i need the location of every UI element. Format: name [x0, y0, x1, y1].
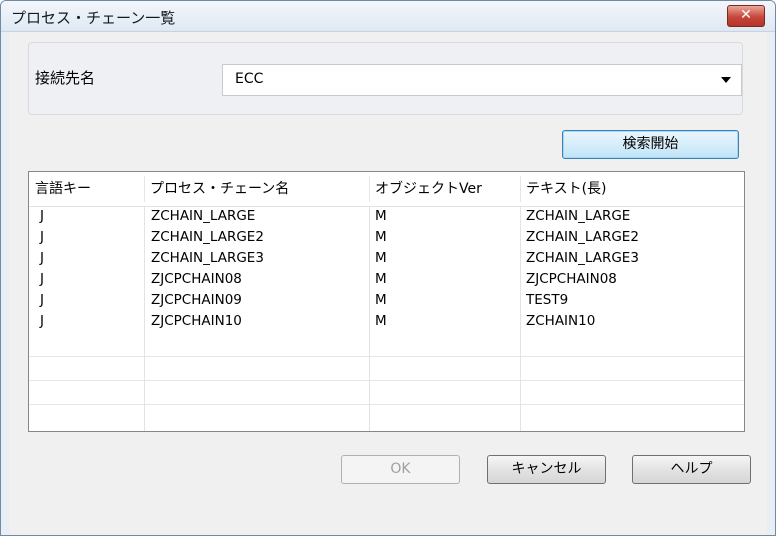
connection-select[interactable]: ECC [222, 64, 742, 96]
cell-object-version: M [375, 313, 387, 329]
table-row[interactable]: J ZCHAIN_LARGE2 M ZCHAIN_LARGE2 [29, 228, 744, 249]
cell-language-key: J [40, 229, 44, 245]
cell-process-chain-name: ZCHAIN_LARGE [151, 208, 256, 224]
cell-process-chain-name: ZJCPCHAIN08 [151, 271, 242, 287]
cell-long-text: ZJCPCHAIN08 [526, 271, 617, 287]
cell-language-key: J [40, 292, 44, 308]
cell-object-version: M [375, 250, 387, 266]
cell-process-chain-name: ZJCPCHAIN09 [151, 292, 242, 308]
column-header-process-chain-name[interactable]: プロセス・チェーン名 [144, 172, 370, 206]
close-icon: ✕ [740, 7, 752, 23]
chevron-down-icon[interactable] [721, 77, 731, 83]
table-row[interactable]: J ZCHAIN_LARGE M ZCHAIN_LARGE [29, 207, 744, 228]
column-header-long-text[interactable]: テキスト(長) [520, 172, 746, 206]
cell-object-version: M [375, 229, 387, 245]
table-body: J ZCHAIN_LARGE M ZCHAIN_LARGE J ZCHAIN_L… [29, 207, 744, 405]
empty-row [29, 333, 744, 357]
dialog-window: プロセス・チェーン一覧 ✕ 接続先名 ECC 検索開始 言語キー プロセス・チェ… [0, 0, 776, 536]
title-bar[interactable]: プロセス・チェーン一覧 ✕ [1, 1, 775, 32]
column-header-object-version[interactable]: オブジェクトVer [369, 172, 520, 206]
table-row[interactable]: J ZCHAIN_LARGE3 M ZCHAIN_LARGE3 [29, 249, 744, 270]
help-button[interactable]: ヘルプ [632, 455, 751, 484]
table-row[interactable]: J ZJCPCHAIN09 M TEST9 [29, 291, 744, 312]
cell-long-text: ZCHAIN10 [526, 313, 596, 329]
table-row[interactable]: J ZJCPCHAIN10 M ZCHAIN10 [29, 312, 744, 333]
search-start-button[interactable]: 検索開始 [562, 130, 739, 159]
table-header: 言語キー プロセス・チェーン名 オブジェクトVer テキスト(長) [29, 172, 744, 207]
process-chain-table[interactable]: 言語キー プロセス・チェーン名 オブジェクトVer テキスト(長) J ZCHA… [28, 171, 745, 432]
cell-language-key: J [40, 208, 44, 224]
ok-button[interactable]: OK [341, 455, 460, 484]
cell-language-key: J [40, 313, 44, 329]
cell-process-chain-name: ZCHAIN_LARGE2 [151, 229, 264, 245]
cell-object-version: M [375, 292, 387, 308]
connection-label: 接続先名 [35, 69, 96, 87]
empty-row [29, 381, 744, 405]
empty-row [29, 357, 744, 381]
cell-long-text: TEST9 [526, 292, 569, 308]
cell-long-text: ZCHAIN_LARGE3 [526, 250, 639, 266]
window-title: プロセス・チェーン一覧 [11, 9, 176, 27]
cell-process-chain-name: ZCHAIN_LARGE3 [151, 250, 264, 266]
cell-process-chain-name: ZJCPCHAIN10 [151, 313, 242, 329]
cancel-button[interactable]: キャンセル [487, 455, 606, 484]
connection-value: ECC [235, 71, 264, 87]
cell-object-version: M [375, 208, 387, 224]
cell-object-version: M [375, 271, 387, 287]
table-row[interactable]: J ZJCPCHAIN08 M ZJCPCHAIN08 [29, 270, 744, 291]
cell-long-text: ZCHAIN_LARGE [526, 208, 631, 224]
cell-language-key: J [40, 271, 44, 287]
close-button[interactable]: ✕ [727, 5, 765, 27]
cell-long-text: ZCHAIN_LARGE2 [526, 229, 639, 245]
cell-language-key: J [40, 250, 44, 266]
column-header-language-key[interactable]: 言語キー [29, 172, 145, 206]
